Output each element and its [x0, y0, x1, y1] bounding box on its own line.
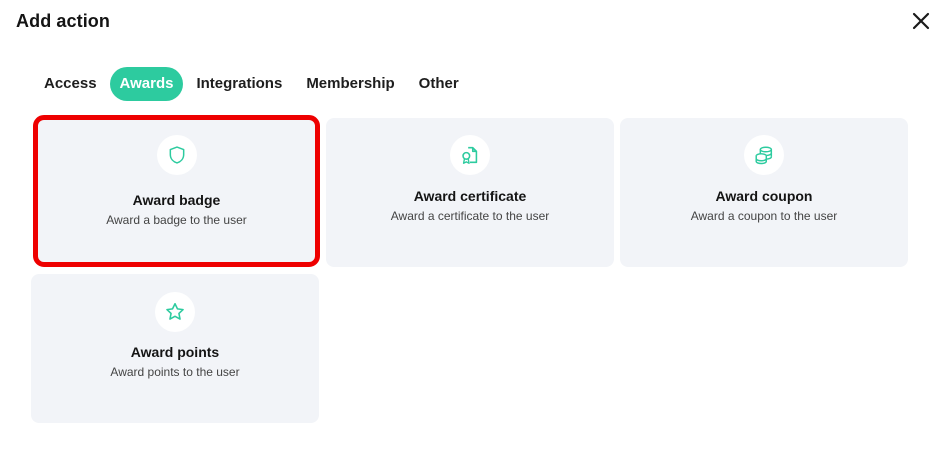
card-title: Award coupon	[715, 188, 813, 204]
tab-integrations[interactable]: Integrations	[185, 67, 293, 101]
tab-awards[interactable]: Awards	[109, 67, 184, 101]
tab-access[interactable]: Access	[33, 67, 108, 101]
close-button[interactable]	[909, 9, 933, 33]
card-description: Award a badge to the user	[106, 213, 247, 227]
icon-coupon-wrapper	[744, 135, 784, 175]
action-card-award-coupon[interactable]: Award coupon Award a coupon to the user	[620, 118, 908, 267]
category-tabs: Access Awards Integrations Membership Ot…	[33, 67, 472, 101]
icon-points-wrapper	[155, 292, 195, 332]
card-title: Award points	[130, 344, 220, 360]
action-card-award-badge[interactable]: Award badge Award a badge to the user	[33, 115, 320, 267]
action-card-award-points[interactable]: Award points Award points to the user	[31, 274, 319, 423]
icon-badge-wrapper	[156, 135, 197, 175]
tab-other[interactable]: Other	[408, 67, 470, 101]
action-card-award-certificate[interactable]: Award certificate Award a certificate to…	[326, 118, 614, 267]
tab-membership[interactable]: Membership	[295, 67, 405, 101]
star-icon	[166, 302, 184, 320]
card-description: Award points to the user	[110, 365, 240, 379]
card-description: Award a coupon to the user	[690, 209, 838, 223]
add-action-dialog: Add action Access Awards Integrations Me…	[0, 0, 947, 458]
close-icon	[912, 12, 930, 30]
shield-icon	[169, 146, 184, 164]
certificate-icon	[462, 146, 478, 164]
dialog-title: Add action	[16, 11, 110, 31]
icon-certificate-wrapper	[450, 135, 490, 175]
card-title: Award certificate	[413, 188, 527, 204]
card-description: Award a certificate to the user	[390, 209, 550, 223]
coins-icon	[755, 146, 773, 165]
card-title: Award badge	[132, 192, 221, 208]
